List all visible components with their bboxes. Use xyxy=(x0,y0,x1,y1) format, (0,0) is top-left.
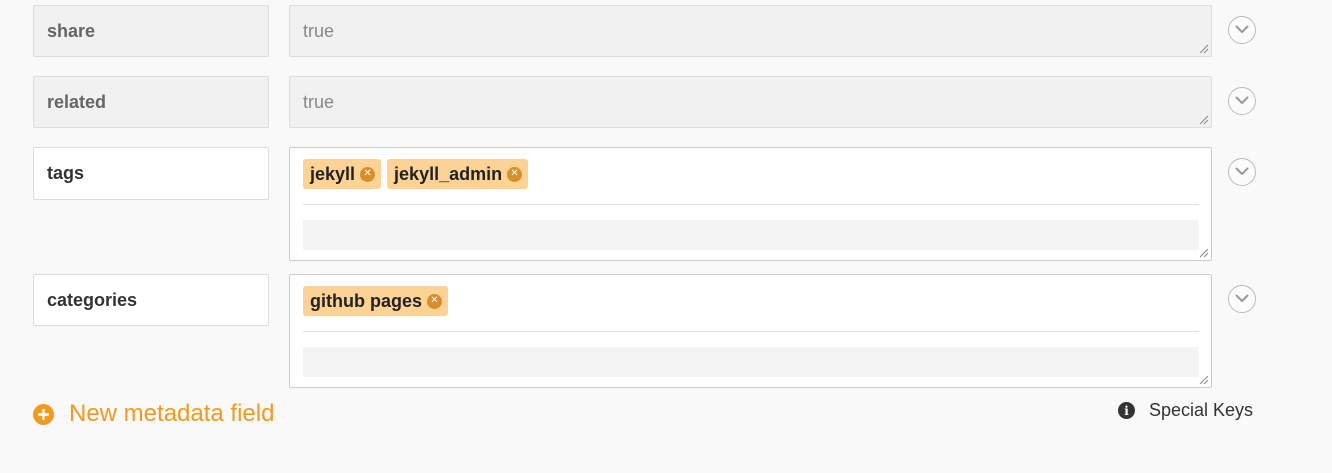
metadata-value-categories: github pages ✕ xyxy=(289,274,1212,388)
metadata-key-tags[interactable]: tags xyxy=(33,147,269,200)
metadata-key-label: categories xyxy=(47,289,138,310)
metadata-value-tags: jekyll ✕ jekyll_admin ✕ xyxy=(289,147,1212,261)
metadata-value-share: true xyxy=(289,5,1212,57)
metadata-key-label: share xyxy=(47,20,96,41)
chevron-down-icon xyxy=(1235,290,1249,308)
plus-circle-icon xyxy=(33,403,54,425)
resize-handle-icon[interactable] xyxy=(1199,115,1209,125)
tag-chip: jekyll ✕ xyxy=(303,159,382,189)
resize-handle-icon[interactable] xyxy=(1199,44,1209,54)
metadata-key-related: related xyxy=(33,76,269,128)
info-icon: i xyxy=(1118,402,1135,419)
tag-list: github pages ✕ xyxy=(303,286,448,316)
metadata-key-label: related xyxy=(47,91,107,112)
collapse-button-share[interactable] xyxy=(1228,16,1256,44)
metadata-value-text: true xyxy=(303,91,335,112)
chevron-down-icon xyxy=(1235,163,1249,181)
collapse-button-related[interactable] xyxy=(1228,87,1256,115)
close-icon[interactable]: ✕ xyxy=(507,166,523,182)
metadata-key-share: share xyxy=(33,5,269,57)
tag-chip: jekyll_admin ✕ xyxy=(387,159,529,189)
special-keys-label: Special Keys xyxy=(1149,400,1254,420)
tag-list: jekyll ✕ jekyll_admin ✕ xyxy=(303,159,529,189)
resize-handle-icon[interactable] xyxy=(1199,248,1209,258)
metadata-key-categories[interactable]: categories xyxy=(33,274,269,326)
close-icon[interactable]: ✕ xyxy=(360,166,376,182)
metadata-value-related: true xyxy=(289,76,1212,128)
divider xyxy=(303,204,1199,205)
collapse-button-categories[interactable] xyxy=(1228,285,1256,313)
tag-label: jekyll_admin xyxy=(394,163,503,184)
tag-label: jekyll xyxy=(310,163,356,184)
resize-handle-icon[interactable] xyxy=(1199,375,1209,385)
metadata-key-label: tags xyxy=(47,163,85,183)
close-icon[interactable]: ✕ xyxy=(427,293,442,309)
chevron-down-icon xyxy=(1235,92,1249,110)
special-keys-link[interactable]: i Special Keys xyxy=(1118,400,1253,421)
metadata-value-text: true xyxy=(303,20,335,41)
collapse-button-tags[interactable] xyxy=(1228,158,1256,186)
tag-input[interactable] xyxy=(303,220,1199,250)
tag-label: github pages xyxy=(310,290,422,311)
new-metadata-field-button[interactable]: New metadata field xyxy=(33,400,274,428)
divider xyxy=(303,331,1199,332)
metadata-editor: share true related true tags jekyll ✕ je… xyxy=(0,0,1332,473)
tag-chip: github pages ✕ xyxy=(303,286,448,316)
new-metadata-field-label: New metadata field xyxy=(69,400,275,427)
chevron-down-icon xyxy=(1235,21,1249,39)
tag-input[interactable] xyxy=(303,347,1199,377)
